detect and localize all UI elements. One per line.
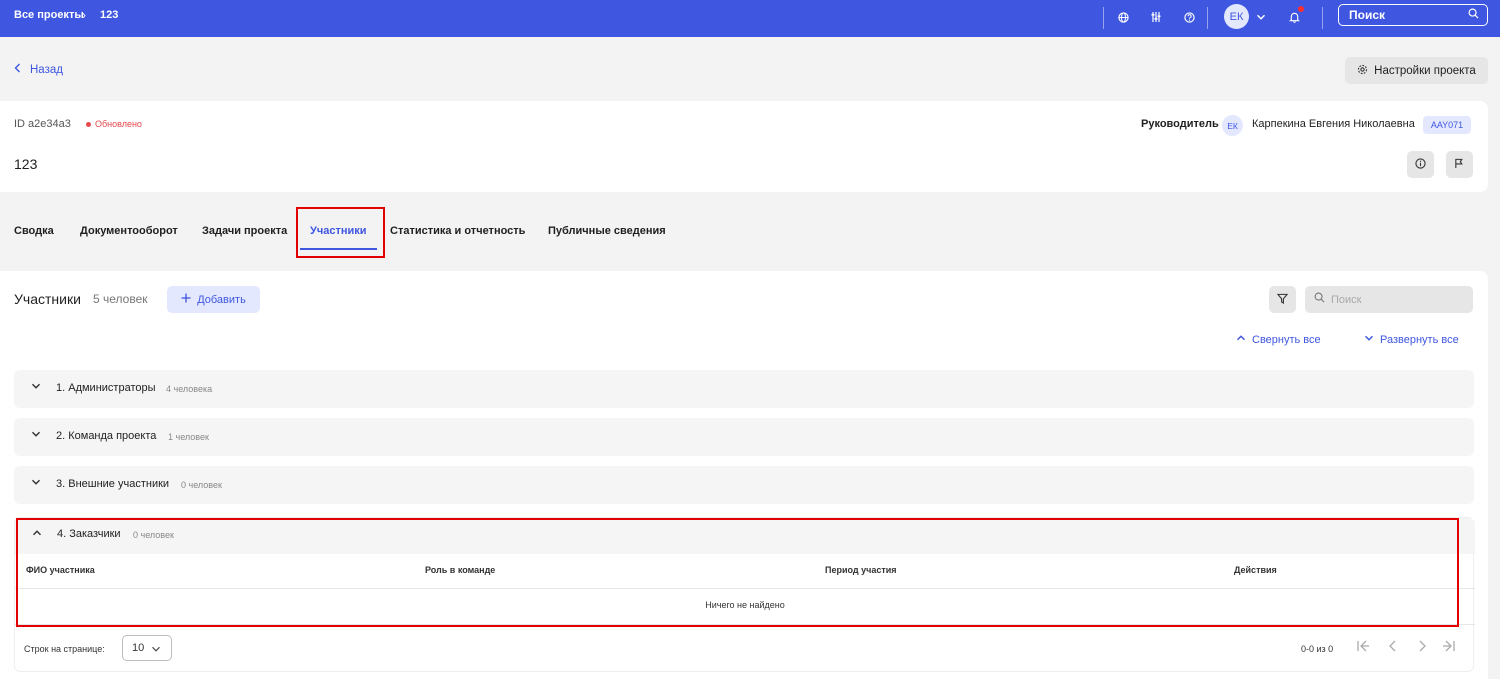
- rows-per-page-value: 10: [132, 642, 145, 654]
- manager-name[interactable]: Карпекина Евгения Николаевна: [1252, 118, 1415, 130]
- top-search-input[interactable]: [1349, 7, 1459, 23]
- group-count: 4 человека: [166, 384, 213, 394]
- group-external-participants[interactable]: 3. Внешние участники 0 человек: [14, 466, 1474, 504]
- help-icon[interactable]: [1181, 9, 1197, 25]
- participants-count: 5 человек: [93, 292, 148, 306]
- chevron-down-icon: [31, 381, 41, 394]
- flag-button[interactable]: [1446, 151, 1473, 178]
- manager-avatar: ЕК: [1222, 115, 1243, 136]
- sliders-icon[interactable]: [1148, 9, 1164, 25]
- group-name: 3. Внешние участники: [56, 478, 170, 490]
- project-settings-label: Настройки проекта: [1374, 64, 1476, 77]
- first-page-icon[interactable]: [1356, 640, 1370, 655]
- chevron-down-icon: [31, 429, 41, 442]
- filter-button[interactable]: [1269, 286, 1296, 313]
- chevron-down-icon[interactable]: [1253, 9, 1269, 25]
- previous-page-icon[interactable]: [1388, 640, 1398, 655]
- participants-search-input[interactable]: [1331, 292, 1461, 307]
- pagination-range: 0-0 из 0: [1301, 644, 1334, 654]
- collapse-all-label: Свернуть все: [1252, 333, 1321, 346]
- add-participant-button[interactable]: Добавить: [167, 286, 260, 313]
- section-title: Участники: [14, 291, 81, 307]
- add-label: Добавить: [197, 293, 246, 306]
- group-count: 1 человек: [168, 432, 209, 442]
- chevron-left-icon: [14, 63, 21, 76]
- expand-all-button[interactable]: Развернуть все: [1364, 333, 1459, 346]
- status-badge: Обновлено: [86, 119, 142, 129]
- top-bar: Все проекты › 123 ЕК: [0, 0, 1500, 37]
- expand-all-label: Развернуть все: [1380, 333, 1459, 346]
- globe-icon[interactable]: [1115, 9, 1131, 25]
- top-search: [1338, 4, 1488, 26]
- project-settings-button[interactable]: Настройки проекта: [1345, 57, 1488, 84]
- manager-label: Руководитель: [1141, 118, 1219, 130]
- topbar-divider: [1103, 7, 1104, 29]
- search-icon: [1314, 292, 1325, 306]
- tab-summary[interactable]: Сводка: [14, 225, 54, 237]
- search-icon[interactable]: [1468, 8, 1479, 22]
- next-page-icon[interactable]: [1417, 640, 1427, 655]
- topbar-divider: [1207, 7, 1208, 29]
- tab-project-tasks[interactable]: Задачи проекта: [202, 225, 287, 237]
- group-count: 0 человек: [181, 480, 222, 490]
- page-title: 123: [14, 156, 38, 172]
- back-label: Назад: [30, 63, 63, 76]
- group-name: 1. Администраторы: [56, 382, 156, 394]
- rows-per-page-select[interactable]: 10: [122, 635, 172, 661]
- breadcrumb-separator: ›: [82, 8, 86, 22]
- last-page-icon[interactable]: [1442, 640, 1456, 655]
- project-id: ID a2e34a3: [14, 118, 71, 130]
- breadcrumb-all-projects[interactable]: Все проекты: [14, 9, 84, 21]
- status-dot: [86, 121, 91, 127]
- highlight-box-customers: [16, 518, 1459, 627]
- group-project-team[interactable]: 2. Команда проекта 1 человек: [14, 418, 1474, 456]
- info-button[interactable]: [1407, 151, 1434, 178]
- participants-search: [1305, 286, 1473, 313]
- tab-public-info[interactable]: Публичные сведения: [548, 225, 666, 237]
- notification-dot: [1298, 6, 1304, 12]
- tab-statistics[interactable]: Статистика и отчетность: [390, 225, 525, 237]
- user-avatar[interactable]: ЕК: [1224, 4, 1249, 29]
- filter-icon: [1276, 293, 1289, 307]
- tab-documents[interactable]: Документооборот: [80, 225, 178, 237]
- chevron-down-icon: [1364, 333, 1374, 346]
- flag-icon: [1454, 158, 1465, 172]
- status-label: Обновлено: [95, 119, 142, 129]
- project-header-card: ID a2e34a3 Обновлено 123 Руководитель ЕК…: [0, 101, 1488, 192]
- chevron-up-icon: [1236, 333, 1246, 346]
- plus-icon: [181, 293, 191, 306]
- chevron-down-icon: [151, 644, 161, 657]
- group-administrators[interactable]: 1. Администраторы 4 человека: [14, 370, 1474, 408]
- manager-code-badge: AAY071: [1423, 116, 1471, 134]
- back-link[interactable]: Назад: [14, 63, 63, 76]
- collapse-all-button[interactable]: Свернуть все: [1236, 333, 1321, 346]
- gear-icon: [1357, 64, 1368, 78]
- breadcrumb-current: 123: [100, 9, 119, 21]
- rows-per-page-label: Строк на странице:: [24, 644, 105, 654]
- highlight-box-tab: [296, 207, 385, 258]
- chevron-down-icon: [31, 477, 41, 490]
- topbar-divider: [1322, 7, 1323, 29]
- group-name: 2. Команда проекта: [56, 430, 157, 442]
- info-icon: [1415, 157, 1426, 172]
